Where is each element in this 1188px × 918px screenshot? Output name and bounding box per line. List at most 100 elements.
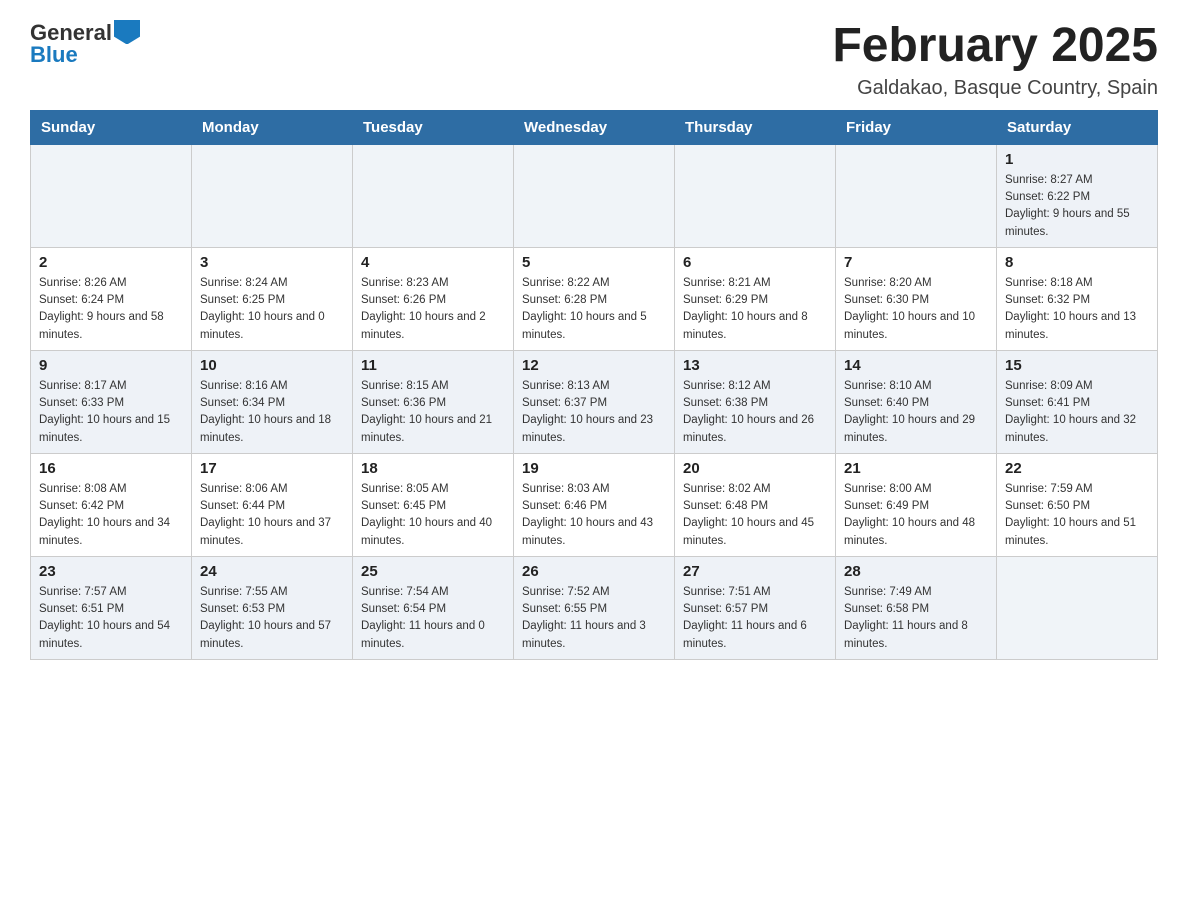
day-info: Sunrise: 8:18 AMSunset: 6:32 PMDaylight:… [1005, 275, 1149, 344]
calendar-cell: 26Sunrise: 7:52 AMSunset: 6:55 PMDayligh… [514, 556, 675, 659]
calendar-cell [836, 144, 997, 247]
day-number: 5 [522, 254, 666, 271]
day-info: Sunrise: 8:26 AMSunset: 6:24 PMDaylight:… [39, 275, 183, 344]
day-info: Sunrise: 8:10 AMSunset: 6:40 PMDaylight:… [844, 378, 988, 447]
weekday-header-thursday: Thursday [675, 110, 836, 144]
day-info: Sunrise: 8:09 AMSunset: 6:41 PMDaylight:… [1005, 378, 1149, 447]
day-info: Sunrise: 8:24 AMSunset: 6:25 PMDaylight:… [200, 275, 344, 344]
day-number: 26 [522, 563, 666, 580]
month-title: February 2025 [832, 20, 1158, 73]
day-info: Sunrise: 8:21 AMSunset: 6:29 PMDaylight:… [683, 275, 827, 344]
calendar-cell: 6 Sunrise: 8:21 AMSunset: 6:29 PMDaylight… [675, 247, 836, 350]
calendar-cell: 17 Sunrise: 8:06 AMSunset: 6:44 PMDayligh… [192, 453, 353, 556]
logo: General Blue [30, 20, 140, 68]
calendar-cell: 9Sunrise: 8:17 AMSunset: 6:33 PMDaylight… [31, 350, 192, 453]
day-info: Sunrise: 8:13 AMSunset: 6:37 PMDaylight:… [522, 378, 666, 447]
day-number: 15 [1005, 357, 1149, 374]
calendar-week-row: 2 Sunrise: 8:26 AMSunset: 6:24 PMDaylight… [31, 247, 1158, 350]
calendar-cell: 18 Sunrise: 8:05 AMSunset: 6:45 PMDayligh… [353, 453, 514, 556]
day-info: Sunrise: 8:27 AMSunset: 6:22 PMDaylight:… [1005, 172, 1149, 241]
location-subtitle: Galdakao, Basque Country, Spain [832, 77, 1158, 100]
calendar-cell: 15 Sunrise: 8:09 AMSunset: 6:41 PMDayligh… [997, 350, 1158, 453]
day-info: Sunrise: 7:59 AMSunset: 6:50 PMDaylight:… [1005, 481, 1149, 550]
calendar-week-row: 9Sunrise: 8:17 AMSunset: 6:33 PMDaylight… [31, 350, 1158, 453]
calendar-cell: 22 Sunrise: 7:59 AMSunset: 6:50 PMDayligh… [997, 453, 1158, 556]
page-header: General Blue February 2025 Galdakao, Bas… [30, 20, 1158, 100]
weekday-header-sunday: Sunday [31, 110, 192, 144]
day-info: Sunrise: 8:06 AMSunset: 6:44 PMDaylight:… [200, 481, 344, 550]
day-info: Sunrise: 8:23 AMSunset: 6:26 PMDaylight:… [361, 275, 505, 344]
day-info: Sunrise: 8:02 AMSunset: 6:48 PMDaylight:… [683, 481, 827, 550]
day-number: 24 [200, 563, 344, 580]
day-info: Sunrise: 8:08 AMSunset: 6:42 PMDaylight:… [39, 481, 183, 550]
calendar-cell: 16 Sunrise: 8:08 AMSunset: 6:42 PMDayligh… [31, 453, 192, 556]
calendar-cell [31, 144, 192, 247]
calendar-cell: 21Sunrise: 8:00 AMSunset: 6:49 PMDayligh… [836, 453, 997, 556]
day-number: 23 [39, 563, 183, 580]
day-number: 20 [683, 460, 827, 477]
calendar-cell: 19 Sunrise: 8:03 AMSunset: 6:46 PMDayligh… [514, 453, 675, 556]
calendar-header: SundayMondayTuesdayWednesdayThursdayFrid… [31, 110, 1158, 144]
calendar-cell: 3 Sunrise: 8:24 AMSunset: 6:25 PMDaylight… [192, 247, 353, 350]
logo-flag-icon [114, 20, 140, 44]
calendar-week-row: 23 Sunrise: 7:57 AMSunset: 6:51 PMDayligh… [31, 556, 1158, 659]
day-number: 2 [39, 254, 183, 271]
day-info: Sunrise: 7:49 AMSunset: 6:58 PMDaylight:… [844, 584, 988, 653]
calendar-cell: 28 Sunrise: 7:49 AMSunset: 6:58 PMDayligh… [836, 556, 997, 659]
day-number: 17 [200, 460, 344, 477]
calendar-week-row: 16 Sunrise: 8:08 AMSunset: 6:42 PMDayligh… [31, 453, 1158, 556]
calendar-cell: 5 Sunrise: 8:22 AMSunset: 6:28 PMDaylight… [514, 247, 675, 350]
day-info: Sunrise: 7:57 AMSunset: 6:51 PMDaylight:… [39, 584, 183, 653]
calendar-cell: 7 Sunrise: 8:20 AMSunset: 6:30 PMDaylight… [836, 247, 997, 350]
calendar-cell [192, 144, 353, 247]
calendar-cell [675, 144, 836, 247]
calendar-cell [514, 144, 675, 247]
day-number: 11 [361, 357, 505, 374]
day-info: Sunrise: 8:20 AMSunset: 6:30 PMDaylight:… [844, 275, 988, 344]
calendar-cell: 24 Sunrise: 7:55 AMSunset: 6:53 PMDayligh… [192, 556, 353, 659]
day-info: Sunrise: 7:54 AMSunset: 6:54 PMDaylight:… [361, 584, 505, 653]
calendar-cell [353, 144, 514, 247]
calendar-cell: 1 Sunrise: 8:27 AMSunset: 6:22 PMDaylight… [997, 144, 1158, 247]
calendar-cell: 20 Sunrise: 8:02 AMSunset: 6:48 PMDayligh… [675, 453, 836, 556]
calendar-cell [997, 556, 1158, 659]
calendar-body: 1 Sunrise: 8:27 AMSunset: 6:22 PMDaylight… [31, 144, 1158, 659]
day-info: Sunrise: 8:12 AMSunset: 6:38 PMDaylight:… [683, 378, 827, 447]
day-info: Sunrise: 7:51 AMSunset: 6:57 PMDaylight:… [683, 584, 827, 653]
title-block: February 2025 Galdakao, Basque Country, … [832, 20, 1158, 100]
day-number: 28 [844, 563, 988, 580]
day-info: Sunrise: 7:55 AMSunset: 6:53 PMDaylight:… [200, 584, 344, 653]
day-number: 27 [683, 563, 827, 580]
day-info: Sunrise: 8:05 AMSunset: 6:45 PMDaylight:… [361, 481, 505, 550]
day-info: Sunrise: 8:03 AMSunset: 6:46 PMDaylight:… [522, 481, 666, 550]
day-number: 19 [522, 460, 666, 477]
day-number: 21 [844, 460, 988, 477]
day-number: 9 [39, 357, 183, 374]
calendar-cell: 27 Sunrise: 7:51 AMSunset: 6:57 PMDayligh… [675, 556, 836, 659]
day-number: 6 [683, 254, 827, 271]
day-number: 1 [1005, 151, 1149, 168]
weekday-header-tuesday: Tuesday [353, 110, 514, 144]
day-number: 16 [39, 460, 183, 477]
day-number: 22 [1005, 460, 1149, 477]
day-number: 13 [683, 357, 827, 374]
day-number: 14 [844, 357, 988, 374]
calendar-table: SundayMondayTuesdayWednesdayThursdayFrid… [30, 110, 1158, 660]
calendar-cell: 11 Sunrise: 8:15 AMSunset: 6:36 PMDayligh… [353, 350, 514, 453]
weekday-header-monday: Monday [192, 110, 353, 144]
calendar-cell: 14 Sunrise: 8:10 AMSunset: 6:40 PMDayligh… [836, 350, 997, 453]
calendar-cell: 8Sunrise: 8:18 AMSunset: 6:32 PMDaylight… [997, 247, 1158, 350]
calendar-cell: 13 Sunrise: 8:12 AMSunset: 6:38 PMDayligh… [675, 350, 836, 453]
day-number: 18 [361, 460, 505, 477]
day-number: 7 [844, 254, 988, 271]
weekday-header-friday: Friday [836, 110, 997, 144]
logo-text-blue: Blue [30, 42, 78, 67]
day-info: Sunrise: 8:16 AMSunset: 6:34 PMDaylight:… [200, 378, 344, 447]
calendar-cell: 10Sunrise: 8:16 AMSunset: 6:34 PMDayligh… [192, 350, 353, 453]
day-number: 25 [361, 563, 505, 580]
day-number: 3 [200, 254, 344, 271]
day-info: Sunrise: 8:22 AMSunset: 6:28 PMDaylight:… [522, 275, 666, 344]
calendar-cell: 2 Sunrise: 8:26 AMSunset: 6:24 PMDaylight… [31, 247, 192, 350]
day-info: Sunrise: 8:15 AMSunset: 6:36 PMDaylight:… [361, 378, 505, 447]
weekday-header-wednesday: Wednesday [514, 110, 675, 144]
